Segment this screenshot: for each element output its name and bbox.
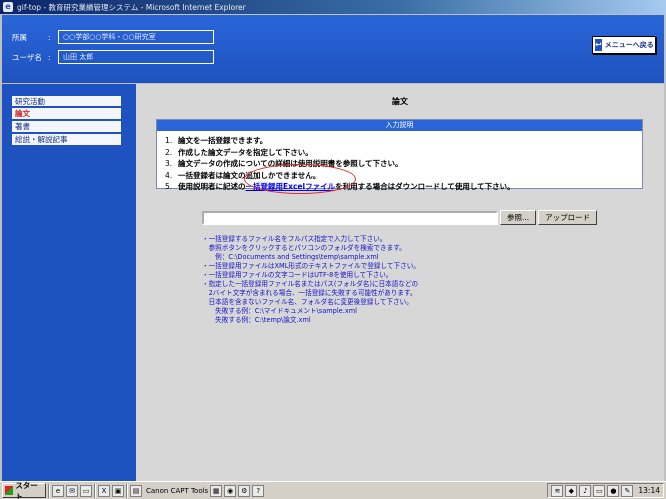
note-line: 日本語を含まないファイル名、フォルダ名に変更後登録して下さい。 — [202, 298, 413, 306]
program-label[interactable]: Canon CAPT Tools — [146, 487, 208, 495]
browse-button[interactable]: 参照... — [500, 210, 537, 225]
ie-quicklaunch-icon[interactable]: e — [52, 484, 64, 497]
window-titlebar: e gif-top - 教育研究業績管理システム - Microsoft Int… — [0, 0, 666, 14]
printer-icon[interactable]: ▦ — [210, 484, 223, 497]
tray-pen-icon[interactable]: ✎ — [621, 484, 634, 497]
system-tray: ≋ ◆ ♪ ▭ ● ✎ 13:14 — [547, 483, 664, 498]
sidebar-item-research[interactable]: 研究活動 — [12, 96, 121, 107]
user-row: ユーザ名 : 山田 太郎 — [12, 50, 214, 64]
upload-button[interactable]: アップロード — [538, 210, 598, 225]
page-title: 論文 — [392, 97, 408, 106]
tray-network-icon[interactable]: ≋ — [551, 484, 564, 497]
note-line: ・指定した一括登録用ファイル名またはパス(フォルダ名)に日本語などの — [202, 280, 419, 288]
settings-icon[interactable]: ⚙ — [238, 484, 251, 497]
instructions-panel: 入力説明 1. 論文を一括登録できます。 2. 作成した論文データを指定して下さい。… — [156, 119, 643, 194]
desktop-quicklaunch-icon[interactable]: ▭ — [80, 484, 92, 497]
start-button[interactable]: スタート — [2, 481, 46, 499]
sidebar: 研究活動 論文 著書 総説・解説記事 — [2, 84, 136, 481]
tray-security-icon[interactable]: ◆ — [565, 484, 578, 497]
page-header: 所属 : ○○学部○○学科・○○研究室 ユーザ名 : 山田 太郎 ↩ メニューへ… — [2, 15, 664, 83]
tray-monitor-icon[interactable]: ▭ — [593, 484, 606, 497]
notes-block: ・一括登録するファイル名をフルパス指定で入力して下さい。 参照ボタンをクリックす… — [202, 235, 582, 325]
windows-logo-icon — [5, 486, 14, 495]
user-label: ユーザ名 — [12, 52, 42, 62]
user-value: 山田 太郎 — [58, 50, 214, 64]
window-task-icon[interactable]: ▣ — [112, 484, 124, 497]
note-line: 失敗する例：C:\temp\論文.xml — [202, 316, 311, 324]
outlook-quicklaunch-icon[interactable]: ✉ — [66, 484, 78, 497]
window-title: gif-top - 教育研究業績管理システム - Microsoft Inter… — [17, 2, 246, 12]
clock: 13:14 — [638, 486, 660, 495]
status-icon[interactable]: ◉ — [224, 484, 237, 497]
menu-return-button[interactable]: ↩ メニューへ戻る — [592, 36, 656, 54]
sidebar-item-paper[interactable]: 論文 — [12, 108, 121, 119]
note-line: ・一括登録用ファイルの文字コードはUTF-8を使用して下さい。 — [202, 271, 393, 279]
instructions-list: 1. 論文を一括登録できます。 2. 作成した論文データを指定して下さい。 3. 論文… — [157, 131, 642, 193]
affiliation-value: ○○学部○○学科・○○研究室 — [58, 30, 214, 44]
file-path-input[interactable] — [202, 210, 498, 225]
note-line: 参照ボタンをクリックするとパソコンのフォルダを検索できます。 — [202, 244, 406, 252]
note-line: ・一括登録するファイル名をフルパス指定で入力して下さい。 — [202, 235, 387, 243]
excel-task-icon[interactable]: X — [98, 484, 110, 497]
excel-download-link[interactable]: 一括登録用Excelファイル — [246, 181, 336, 193]
note-line: 失敗する例：C:\マイドキュメント\sample.xml — [202, 307, 357, 315]
list-item: 4. 一括登録者は論文の追加しかできません。 — [165, 170, 321, 180]
taskbar: スタート e ✉ ▭ X ▣ ▤ Canon CAPT Tools ▦ ◉ ⚙ … — [0, 481, 666, 499]
sidebar-item-book[interactable]: 著書 — [12, 121, 121, 132]
list-item: 5. 使用説明者に記述の 一括登録用Excelファイル を利用する場合はダウンロードし… — [165, 181, 515, 193]
note-line: 例：C:\Documents and Settings\temp\sample.… — [202, 253, 379, 261]
tray-update-icon[interactable]: ● — [607, 484, 620, 497]
help-icon[interactable]: ? — [252, 484, 265, 497]
note-line: ・一括登録用ファイルはXML形式のテキストファイルで登録して下さい。 — [202, 262, 420, 270]
note-line: 2バイト文字が含まれる場合、一括登録に失敗する可能性があります。 — [202, 289, 417, 297]
affiliation-row: 所属 : ○○学部○○学科・○○研究室 — [12, 30, 214, 44]
tray-volume-icon[interactable]: ♪ — [579, 484, 592, 497]
list-item: 3. 論文データの作成についての詳細は使用説明書を参照して下さい。 — [165, 159, 403, 168]
ie-icon: e — [3, 2, 13, 12]
document-icon: ↩ — [595, 39, 602, 51]
panel-header: 入力説明 — [157, 120, 642, 131]
menu-return-label: メニューへ戻る — [604, 41, 654, 49]
main-content: 論文 入力説明 1. 論文を一括登録できます。 2. 作成した論文データを指定して下… — [136, 84, 664, 481]
printer-app-icon: ▤ — [130, 484, 142, 497]
list-item: 1. 論文を一括登録できます。 — [165, 136, 268, 145]
sidebar-item-review[interactable]: 総説・解説記事 — [12, 134, 121, 145]
list-item: 2. 作成した論文データを指定して下さい。 — [165, 147, 313, 157]
upload-row: 参照... アップロード — [202, 210, 598, 225]
affiliation-label: 所属 — [12, 32, 27, 42]
